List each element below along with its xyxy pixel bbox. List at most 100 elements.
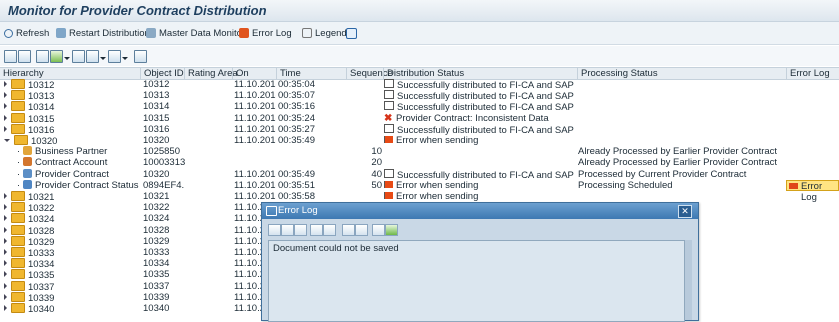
- date-cell: 11.10.2018: [234, 135, 276, 146]
- hierarchy-cell[interactable]: 10328: [0, 224, 140, 236]
- master-data-monitor-button[interactable]: Master Data Monitor: [146, 26, 245, 40]
- folder-icon: [11, 269, 25, 280]
- hierarchy-cell[interactable]: 10316: [0, 123, 140, 135]
- dialog-scrollbar[interactable]: [685, 240, 692, 320]
- hierarchy-cell[interactable]: 10324: [0, 213, 140, 224]
- expand-node-icon[interactable]: [4, 260, 7, 267]
- expand-node-icon[interactable]: [4, 114, 7, 121]
- hierarchy-cell[interactable]: 10334: [0, 258, 140, 269]
- col-processing-status[interactable]: Processing Status: [577, 68, 786, 79]
- details-icon[interactable]: [268, 224, 281, 236]
- error-log-button[interactable]: Error Log: [786, 179, 839, 203]
- sequence-cell-text: 10: [371, 146, 382, 158]
- layout-dropdown-icon[interactable]: [122, 57, 128, 60]
- expand-node-icon[interactable]: [4, 226, 7, 233]
- table-row[interactable]: 10314 10314 11.10.201800:35:16 Successfully…: [0, 101, 839, 112]
- print-icon[interactable]: [86, 50, 99, 63]
- sequence-cell: 40: [346, 169, 382, 180]
- hierarchy-cell[interactable]: · Provider Contract Status: [0, 179, 140, 191]
- date-cell-text: 11.10.2018: [234, 135, 276, 146]
- spreadsheet-icon[interactable]: [385, 224, 398, 236]
- hierarchy-cell[interactable]: · Provider Contract: [0, 168, 140, 180]
- copy-icon[interactable]: [281, 224, 294, 236]
- table-row[interactable]: · Business Partner 1025850 10 Already Proces…: [0, 146, 839, 157]
- hierarchy-cell[interactable]: 10315: [0, 112, 140, 124]
- layout-icon[interactable]: [108, 50, 121, 63]
- table-row[interactable]: 10320 10320 11.10.201800:35:49 Error when s…: [0, 135, 839, 146]
- processing-status-cell-text: Processing Scheduled: [578, 179, 673, 191]
- expand-node-icon[interactable]: [4, 305, 7, 311]
- find-icon[interactable]: [342, 224, 355, 236]
- table-row[interactable]: 10315 10315 11.10.201800:35:24 ✖Provider Co…: [0, 112, 839, 124]
- close-button[interactable]: ✕: [678, 205, 692, 218]
- table-row[interactable]: 10313 10313 11.10.201800:35:07 Successfully…: [0, 90, 839, 101]
- paste-icon[interactable]: [294, 224, 307, 236]
- expand-node-icon[interactable]: [4, 249, 7, 255]
- object-id-cell-text: 1025850: [143, 146, 180, 158]
- legend-button[interactable]: Legend: [302, 26, 347, 40]
- table-row[interactable]: 10312 10312 11.10.201800:35:04 Successfully…: [0, 79, 839, 90]
- hierarchy-cell[interactable]: 10337: [0, 280, 140, 292]
- hierarchy-cell[interactable]: · Contract Account: [0, 157, 140, 168]
- expand-node-icon[interactable]: [4, 193, 7, 199]
- expand-node-icon[interactable]: [4, 237, 7, 244]
- export-icon[interactable]: [372, 224, 385, 236]
- table-row[interactable]: · Provider Contract 10320 11.10.201800:35:4…: [0, 168, 839, 180]
- print-dropdown-icon[interactable]: [100, 57, 106, 60]
- table-row[interactable]: 10321 10321 11.10.201800:35:58 Error when s…: [0, 191, 839, 202]
- sequence-cell: [346, 191, 382, 202]
- error-log-toolbar-button[interactable]: Error Log: [239, 26, 292, 40]
- col-rating-area[interactable]: Rating Area: [184, 68, 238, 79]
- time-cell: 00:35:04: [278, 79, 346, 90]
- expand-node-icon[interactable]: [4, 282, 7, 289]
- expand-node-icon[interactable]: [4, 81, 7, 87]
- processing-status-cell: Already Processed by Earlier Provider Co…: [578, 146, 784, 157]
- collapse-all-icon[interactable]: [18, 50, 31, 63]
- sum-icon[interactable]: [72, 50, 85, 63]
- info-button[interactable]: [346, 26, 360, 40]
- filter-icon[interactable]: [50, 50, 63, 63]
- hierarchy-cell[interactable]: 10340: [0, 303, 140, 314]
- filter-dropdown-icon[interactable]: [64, 57, 70, 60]
- find-icon[interactable]: [36, 50, 49, 63]
- hierarchy-cell[interactable]: 10335: [0, 269, 140, 280]
- expand-node-icon[interactable]: [4, 92, 7, 99]
- expand-node-icon[interactable]: [4, 103, 7, 110]
- hierarchy-cell[interactable]: 10322: [0, 202, 140, 213]
- sequence-cell-text: 50: [371, 179, 382, 191]
- expand-node-icon[interactable]: [4, 125, 7, 132]
- find-next-icon[interactable]: [355, 224, 368, 236]
- hierarchy-cell[interactable]: 10314: [0, 101, 140, 112]
- object-id-cell-text: 10320: [143, 168, 170, 180]
- col-error-log[interactable]: Error Log: [786, 68, 839, 79]
- col-on[interactable]: On: [232, 68, 276, 79]
- collapse-node-icon[interactable]: [4, 139, 10, 142]
- hierarchy-cell[interactable]: 10333: [0, 247, 140, 258]
- expand-all-icon[interactable]: [4, 50, 17, 63]
- restart-distribution-button[interactable]: Restart Distribution: [56, 26, 150, 40]
- expand-node-icon[interactable]: [4, 271, 7, 278]
- col-hierarchy[interactable]: Hierarchy: [0, 68, 140, 79]
- col-sequence[interactable]: Sequence: [346, 68, 393, 79]
- details-icon[interactable]: [134, 50, 147, 63]
- sort-asc-icon[interactable]: [310, 224, 323, 236]
- col-object-id[interactable]: Object ID: [140, 68, 184, 79]
- expand-node-icon[interactable]: [4, 293, 7, 300]
- hierarchy-cell[interactable]: 10312: [0, 79, 140, 90]
- hierarchy-cell[interactable]: 10313: [0, 90, 140, 101]
- hierarchy-cell[interactable]: 10329: [0, 235, 140, 247]
- date-cell: [234, 146, 276, 157]
- col-time[interactable]: Time: [276, 68, 346, 79]
- refresh-button[interactable]: Refresh: [4, 26, 49, 40]
- table-row[interactable]: · Provider Contract Status 0894EF4... 11.10…: [0, 179, 839, 203]
- table-row[interactable]: · Contract Account 100033133 20 Already Proc…: [0, 157, 839, 168]
- hierarchy-cell[interactable]: 10339: [0, 291, 140, 303]
- expand-node-icon[interactable]: [4, 204, 7, 211]
- table-row[interactable]: 10316 10316 11.10.201800:35:27 Successfully…: [0, 123, 839, 135]
- expand-node-icon[interactable]: [4, 215, 7, 222]
- col-distribution-status[interactable]: Distribution Status: [383, 68, 577, 79]
- hierarchy-cell[interactable]: 10320: [0, 135, 140, 146]
- hierarchy-cell[interactable]: 10321: [0, 191, 140, 202]
- hierarchy-cell[interactable]: · Business Partner: [0, 146, 140, 157]
- sort-desc-icon[interactable]: [323, 224, 336, 236]
